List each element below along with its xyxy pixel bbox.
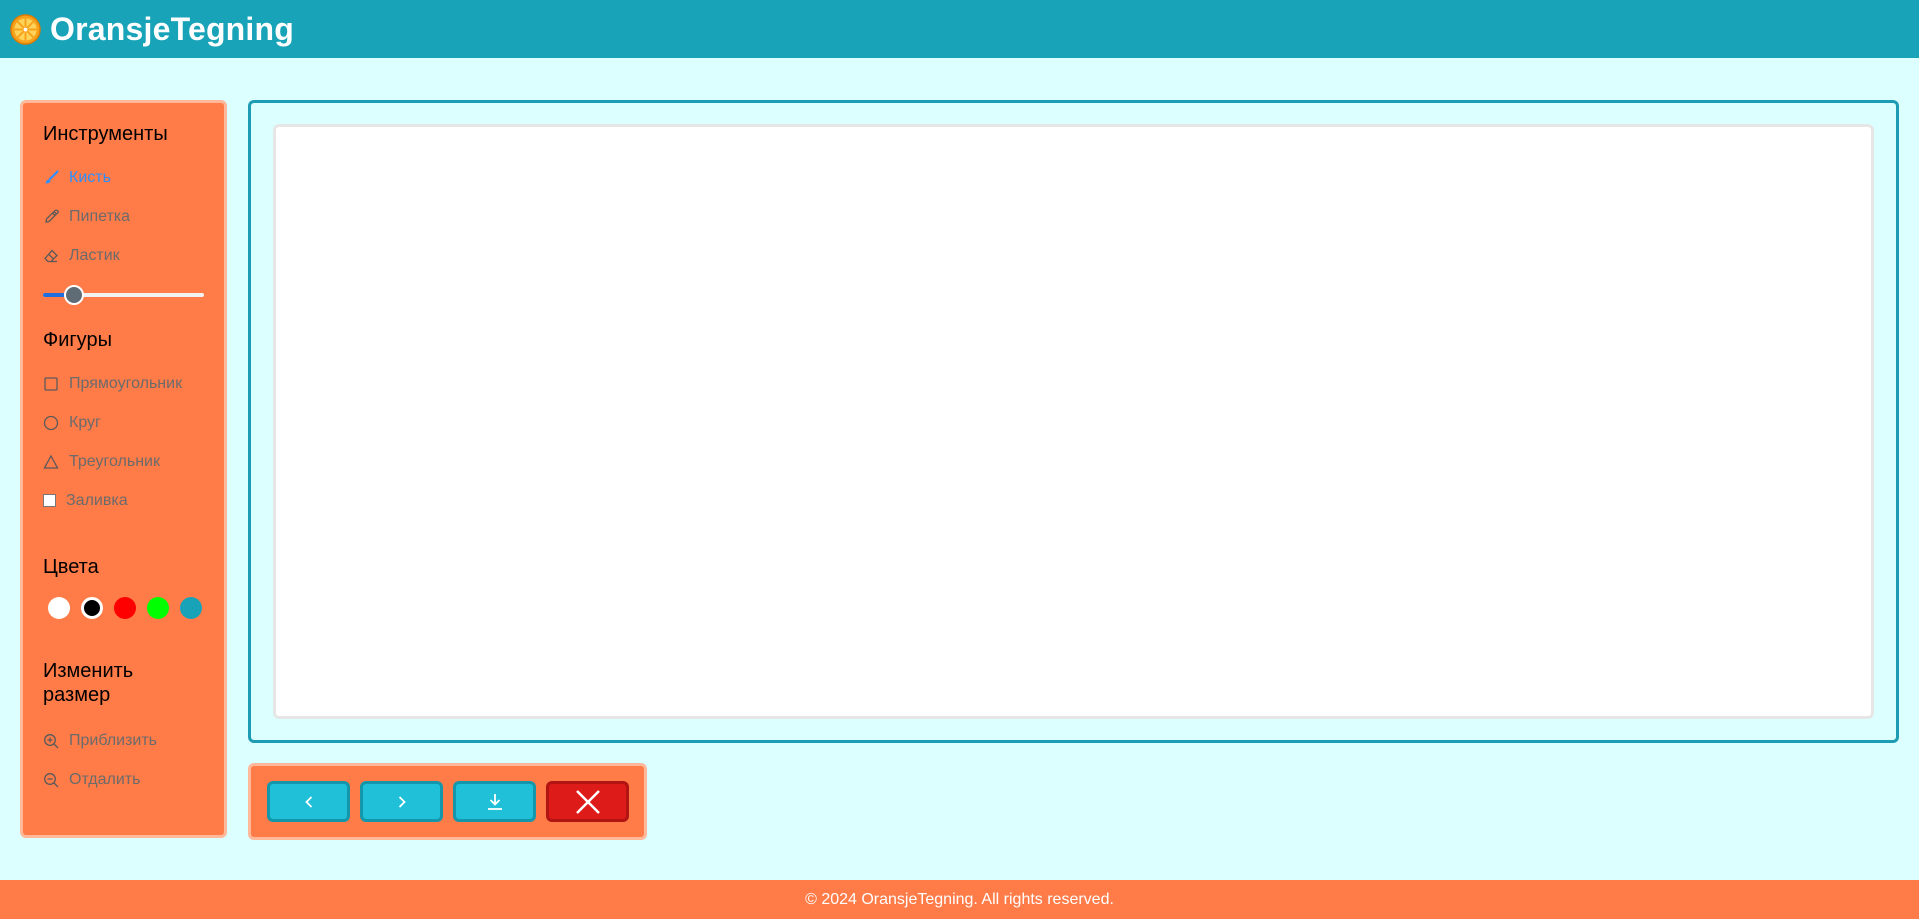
brush-size-slider[interactable] bbox=[43, 279, 204, 309]
zoom-out-label: Отдалить bbox=[69, 770, 141, 788]
zoom-in-button[interactable]: Приблизить bbox=[43, 721, 204, 760]
eyedropper-icon bbox=[45, 209, 59, 223]
triangle-icon bbox=[43, 454, 59, 469]
orange-slice-icon bbox=[10, 13, 41, 45]
circle-icon bbox=[43, 415, 59, 430]
fill-label: Заливка bbox=[66, 491, 128, 509]
zoom-out-button[interactable]: Отдалить bbox=[43, 760, 204, 799]
tool-eraser-label: Ластик bbox=[69, 246, 120, 264]
page-footer: © 2024 OransjeTegning. All rights reserv… bbox=[0, 880, 1919, 919]
color-swatch-teal[interactable] bbox=[180, 597, 202, 619]
download-icon bbox=[487, 793, 502, 810]
canvas-frame bbox=[248, 100, 1899, 743]
shape-circle[interactable]: Круг bbox=[43, 403, 204, 442]
square-icon bbox=[44, 376, 58, 391]
shape-circle-label: Круг bbox=[69, 413, 101, 431]
clear-canvas-button[interactable] bbox=[546, 781, 629, 822]
zoom-in-label: Приблизить bbox=[69, 731, 157, 749]
colors-section-title: Цвета bbox=[43, 556, 99, 578]
color-swatch-green[interactable] bbox=[147, 597, 169, 619]
tool-eyedropper[interactable]: Пипетка bbox=[43, 197, 204, 236]
zoom-in-icon bbox=[44, 733, 59, 748]
tool-eyedropper-label: Пипетка bbox=[69, 207, 131, 225]
shapes-section-title: Фигуры bbox=[43, 329, 112, 351]
close-icon bbox=[575, 789, 600, 814]
footer-copyright: © 2024 OransjeTegning. All rights reserv… bbox=[805, 890, 1114, 908]
app-title: OransjeTegning bbox=[50, 10, 295, 47]
chevron-right-icon bbox=[398, 795, 406, 808]
download-button[interactable] bbox=[453, 781, 536, 822]
tools-sidebar: Инструменты Кисть Пипетка Ластик Фигуры bbox=[20, 100, 227, 838]
color-swatch-black[interactable] bbox=[81, 597, 103, 619]
eraser-icon bbox=[44, 249, 58, 262]
tool-brush[interactable]: Кисть bbox=[43, 158, 204, 197]
tools-section-title: Инструменты bbox=[43, 123, 168, 145]
drawing-canvas[interactable] bbox=[273, 124, 1874, 719]
color-swatch-red[interactable] bbox=[114, 597, 136, 619]
redo-button[interactable] bbox=[360, 781, 443, 822]
undo-button[interactable] bbox=[267, 781, 350, 822]
tool-brush-label: Кисть bbox=[69, 168, 111, 186]
zoom-out-icon bbox=[44, 772, 59, 787]
slider-thumb[interactable] bbox=[63, 285, 84, 305]
shape-triangle[interactable]: Треугольник bbox=[43, 442, 204, 481]
color-swatch-white[interactable] bbox=[48, 597, 70, 619]
shape-rectangle[interactable]: Прямоугольник bbox=[43, 364, 204, 403]
fill-toggle[interactable]: Заливка bbox=[43, 481, 204, 520]
shape-triangle-label: Треугольник bbox=[69, 452, 160, 470]
resize-section-title: Изменить размер bbox=[43, 660, 134, 706]
chevron-left-icon bbox=[304, 795, 312, 808]
tool-eraser[interactable]: Ластик bbox=[43, 236, 204, 275]
brush-icon bbox=[45, 169, 59, 183]
app-header: OransjeTegning bbox=[0, 0, 1919, 58]
fill-checkbox[interactable] bbox=[43, 494, 56, 507]
color-palette bbox=[48, 597, 204, 619]
shape-rectangle-label: Прямоугольник bbox=[69, 374, 183, 392]
action-toolbar bbox=[248, 763, 647, 840]
